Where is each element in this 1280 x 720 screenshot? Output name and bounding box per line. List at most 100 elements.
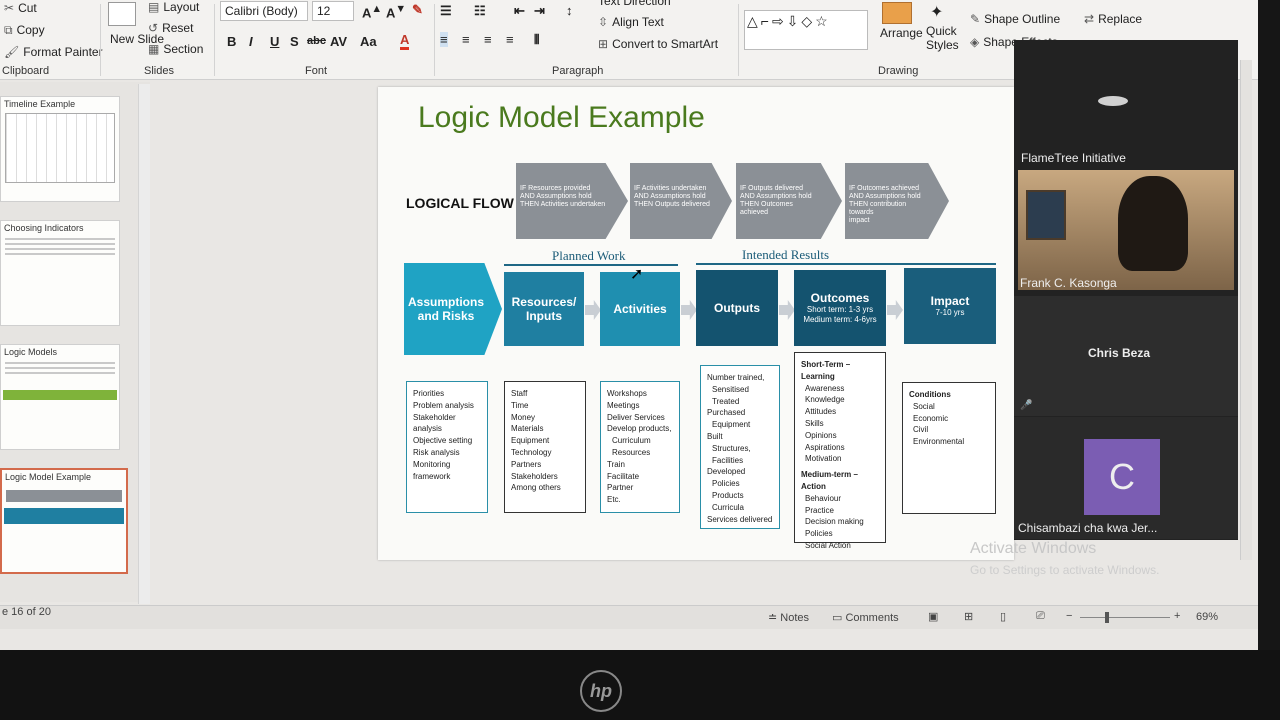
font-color-icon[interactable]: A <box>400 32 410 50</box>
char-spacing-icon[interactable]: AV <box>330 34 347 49</box>
zoom-level[interactable]: 69% <box>1196 611 1218 623</box>
detail-item: Built <box>707 431 723 441</box>
clear-format-icon[interactable]: ✎ <box>412 2 423 18</box>
section-button[interactable]: ▦ Section <box>148 42 203 56</box>
bar-preview <box>3 390 117 400</box>
reading-view-icon[interactable]: ▯ <box>1000 610 1006 623</box>
columns-icon[interactable]: ⫴ <box>534 32 539 48</box>
replace-button[interactable]: ⇄ Replace <box>1084 12 1142 26</box>
brush-icon: 🖌 <box>4 45 20 59</box>
detail-item: Meetings <box>607 400 640 410</box>
detail-item: Problem analysis <box>413 400 474 410</box>
smartart-icon: ⊞ <box>598 37 609 51</box>
stage-label: Outcomes <box>810 291 870 305</box>
group-divider <box>738 4 739 76</box>
indent-icon[interactable]: ⇤ <box>514 3 525 19</box>
person-silhouette <box>1118 176 1188 271</box>
quick-styles-icon[interactable]: ✦ <box>930 2 943 22</box>
participant-tile-chris[interactable]: Chris Beza 🎤 <box>1014 296 1238 416</box>
zoom-out-icon[interactable]: − <box>1066 610 1072 622</box>
text-line <box>5 372 115 374</box>
zoom-slider-handle[interactable] <box>1105 612 1109 623</box>
cut-button[interactable]: ✂ Cut <box>4 1 37 15</box>
justify-icon[interactable]: ≡ <box>506 32 514 47</box>
stage-sublabel: 7-10 yrs <box>935 308 965 317</box>
layout-button[interactable]: ▤ Layout <box>148 0 199 14</box>
detail-item: Partners <box>511 459 542 469</box>
numbering-icon[interactable]: ☷ <box>474 3 486 19</box>
stage-outputs: Outputs <box>696 270 778 346</box>
detail-item: Products <box>712 490 744 500</box>
quick-styles-button[interactable]: Quick Styles <box>926 24 966 52</box>
thumbnail-slide-selected[interactable]: Logic Model Example <box>0 468 128 574</box>
detail-item: Economic <box>913 413 949 423</box>
align-text-button[interactable]: ⇳ Align Text <box>598 15 664 29</box>
detail-item: Social Action <box>805 540 851 550</box>
muted-mic-icon: 🎤 <box>1020 400 1033 411</box>
align-center-icon[interactable]: ≡ <box>462 32 470 47</box>
align-left-icon[interactable]: ≡ <box>440 32 448 47</box>
text-direction-button[interactable]: Text Direction <box>598 0 671 8</box>
thumbnail-slide[interactable]: Choosing Indicators <box>0 220 120 326</box>
notes-icon: ≐ <box>768 612 781 624</box>
outdent-icon[interactable]: ⇥ <box>534 3 545 19</box>
effects-icon: ◈ <box>970 35 980 49</box>
zoom-slider[interactable] <box>1080 617 1170 618</box>
notes-button[interactable]: ≐ Notes <box>768 611 809 624</box>
planned-work-label: Planned Work <box>552 248 626 263</box>
bullets-icon[interactable]: ☰ <box>440 3 452 19</box>
reset-button[interactable]: ↺ Reset <box>148 21 193 35</box>
slide-counter: e 16 of 20 <box>2 606 51 618</box>
zoom-in-icon[interactable]: + <box>1174 610 1180 622</box>
copy-button[interactable]: ⧉ Copy <box>4 23 45 38</box>
arrange-button[interactable]: Arrange <box>880 26 923 40</box>
slideshow-icon[interactable]: ⎚ <box>1036 610 1045 623</box>
shrink-font-icon[interactable]: A▼ <box>386 3 406 20</box>
comment-icon: ▭ <box>832 612 846 624</box>
font-size-select[interactable]: 12 <box>312 1 354 21</box>
flow-text: THEN contribution towards <box>849 201 907 216</box>
thumbnail-slide[interactable]: Timeline Example <box>0 96 120 202</box>
flow-text: THEN Outcomes achieved <box>740 201 793 216</box>
new-slide-icon[interactable] <box>108 2 136 26</box>
thumbnail-slide[interactable]: Logic Models <box>0 344 120 450</box>
grow-font-icon[interactable]: A▲ <box>362 3 382 20</box>
detail-item: Stakeholders <box>511 471 558 481</box>
thumbnail-scrollbar[interactable] <box>138 84 150 604</box>
normal-view-icon[interactable]: ▣ <box>928 610 938 623</box>
paragraph-group-label: Paragraph <box>552 65 604 77</box>
window-scrollbar[interactable] <box>1240 60 1252 560</box>
participant-tile-chisambazi[interactable]: C Chisambazi cha kwa Jer... <box>1014 417 1238 539</box>
comments-button[interactable]: ▭ Comments <box>832 611 899 624</box>
sorter-view-icon[interactable]: ⊞ <box>964 610 973 623</box>
line-spacing-icon[interactable]: ↕ <box>566 3 573 18</box>
flow-text: THEN Activities undertaken <box>520 201 606 208</box>
replace-icon: ⇄ <box>1084 12 1095 26</box>
arrange-icon[interactable] <box>882 2 912 24</box>
strikethrough-button[interactable]: abc <box>307 35 326 47</box>
detail-item: Opinions <box>805 430 837 440</box>
shapes-gallery[interactable]: △⌐⇨⇩◇☆ <box>744 10 868 50</box>
font-name-select[interactable]: Calibri (Body) <box>220 1 308 21</box>
detail-item: Resources <box>612 447 651 457</box>
detail-item: Knowledge <box>805 395 845 405</box>
italic-button[interactable]: I <box>249 34 253 49</box>
flow-arrow: IF Outputs delivered AND Assumptions hold… <box>736 163 842 239</box>
slide-canvas[interactable]: Logic Model Example LOGICAL FLOW IF Reso… <box>378 87 1014 560</box>
detail-item: Developed <box>707 467 746 477</box>
bold-button[interactable]: B <box>227 34 236 49</box>
shadow-button[interactable]: S <box>290 34 299 49</box>
detail-item: Treated <box>712 396 740 406</box>
align-text-icon: ⇳ <box>598 15 609 29</box>
convert-smartart-button[interactable]: ⊞ Convert to SmartArt <box>598 37 718 51</box>
participant-name: Chris Beza <box>1088 346 1151 360</box>
format-painter-button[interactable]: 🖌 Format Painter <box>4 45 103 59</box>
underline-button[interactable]: U <box>270 34 279 49</box>
align-right-icon[interactable]: ≡ <box>484 32 492 47</box>
participant-video-frank[interactable]: Frank C. Kasonga <box>1018 170 1234 290</box>
detail-item: Among others <box>511 483 561 493</box>
detail-item: Behaviour <box>805 493 842 503</box>
org-logo-icon <box>1098 96 1128 106</box>
change-case-icon[interactable]: Aa <box>360 34 377 49</box>
shape-outline-button[interactable]: ✎ Shape Outline <box>970 12 1060 26</box>
